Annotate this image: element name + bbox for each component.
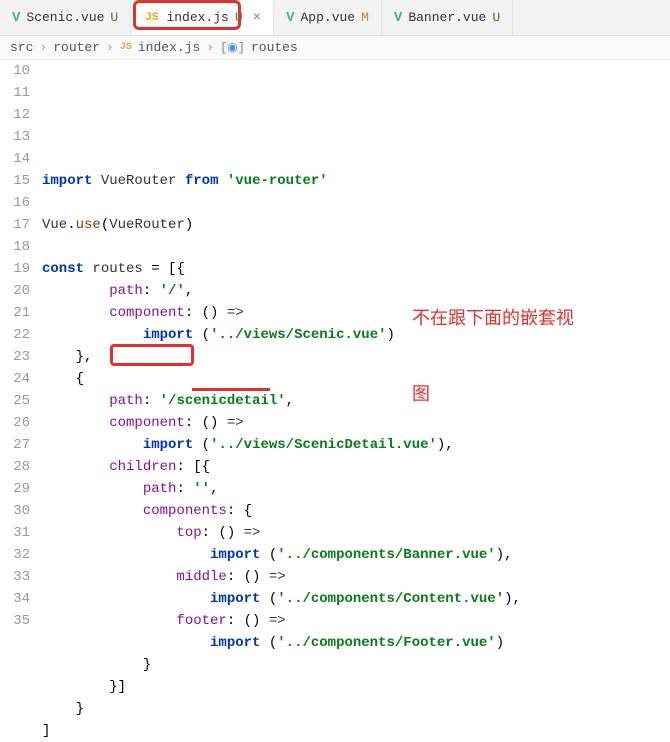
- line-number: 33: [0, 566, 30, 588]
- line-number: 10: [0, 60, 30, 82]
- code-line[interactable]: middle: () =>: [42, 566, 670, 588]
- annotation-text: 不在跟下面的嵌套视 图: [412, 256, 574, 458]
- breadcrumb: src › router › JS index.js › [◉] routes: [0, 36, 670, 60]
- code-line[interactable]: path: '/',: [42, 280, 670, 302]
- code-line[interactable]: component: () =>: [42, 302, 670, 324]
- code-line[interactable]: path: '',: [42, 478, 670, 500]
- line-number: 12: [0, 104, 30, 126]
- tab-status: U: [235, 10, 243, 25]
- line-number: 20: [0, 280, 30, 302]
- code-line[interactable]: ]: [42, 720, 670, 742]
- close-icon[interactable]: ×: [253, 10, 261, 26]
- line-number: 24: [0, 368, 30, 390]
- highlight-path-underline: [192, 388, 270, 391]
- line-number: 31: [0, 522, 30, 544]
- code-line[interactable]: Vue.use(VueRouter): [42, 214, 670, 236]
- breadcrumb-file[interactable]: index.js: [138, 40, 200, 55]
- code-line[interactable]: [42, 236, 670, 258]
- code-line[interactable]: components: {: [42, 500, 670, 522]
- js-icon: JS: [120, 42, 132, 53]
- line-number: 22: [0, 324, 30, 346]
- line-number: 21: [0, 302, 30, 324]
- code-line[interactable]: path: '/scenicdetail',: [42, 390, 670, 412]
- line-number: 15: [0, 170, 30, 192]
- tab-label: Banner.vue: [408, 10, 486, 25]
- highlight-children: [110, 344, 194, 366]
- vue-icon: V: [12, 10, 20, 26]
- chevron-right-icon: ›: [206, 40, 214, 55]
- line-number: 32: [0, 544, 30, 566]
- line-number: 19: [0, 258, 30, 280]
- line-number: 18: [0, 236, 30, 258]
- line-number: 27: [0, 434, 30, 456]
- line-number: 16: [0, 192, 30, 214]
- breadcrumb-symbol[interactable]: routes: [251, 40, 298, 55]
- code-line[interactable]: import ('../components/Banner.vue'),: [42, 544, 670, 566]
- code-line[interactable]: {: [42, 368, 670, 390]
- line-number: 35: [0, 610, 30, 632]
- chevron-right-icon: ›: [39, 40, 47, 55]
- code-line[interactable]: import VueRouter from 'vue-router': [42, 170, 670, 192]
- vue-icon: V: [394, 10, 402, 26]
- vue-icon: V: [286, 10, 294, 26]
- code-line[interactable]: }: [42, 654, 670, 676]
- line-number: 17: [0, 214, 30, 236]
- line-number: 14: [0, 148, 30, 170]
- tab-label: Scenic.vue: [26, 10, 104, 25]
- code-line[interactable]: component: () =>: [42, 412, 670, 434]
- line-number-gutter: 1011121314151617181920212223242526272829…: [0, 60, 42, 742]
- line-number: 28: [0, 456, 30, 478]
- code-line[interactable]: import ('../views/ScenicDetail.vue'),: [42, 434, 670, 456]
- tab-status: M: [361, 10, 369, 25]
- code-line[interactable]: import ('../components/Content.vue'),: [42, 588, 670, 610]
- tab-status: U: [110, 10, 118, 25]
- line-number: 25: [0, 390, 30, 412]
- tab-label: App.vue: [300, 10, 355, 25]
- code-line[interactable]: }]: [42, 676, 670, 698]
- code-line[interactable]: footer: () =>: [42, 610, 670, 632]
- line-number: 13: [0, 126, 30, 148]
- breadcrumb-router[interactable]: router: [53, 40, 100, 55]
- line-number: 23: [0, 346, 30, 368]
- variable-icon: [◉]: [220, 40, 245, 55]
- code-line[interactable]: children: [{: [42, 456, 670, 478]
- tab-banner[interactable]: V Banner.vue U: [382, 0, 513, 35]
- line-number: 26: [0, 412, 30, 434]
- tab-app[interactable]: V App.vue M: [274, 0, 382, 35]
- code-editor[interactable]: 1011121314151617181920212223242526272829…: [0, 60, 670, 742]
- line-number: 34: [0, 588, 30, 610]
- code-line[interactable]: }: [42, 698, 670, 720]
- tab-index-js[interactable]: JS index.js U ×: [131, 0, 274, 35]
- code-line[interactable]: import ('../views/Scenic.vue'): [42, 324, 670, 346]
- tab-bar: V Scenic.vue U JS index.js U × V App.vue…: [0, 0, 670, 36]
- tab-status: U: [492, 10, 500, 25]
- line-number: 30: [0, 500, 30, 522]
- code-line[interactable]: import ('../components/Footer.vue'): [42, 632, 670, 654]
- chevron-right-icon: ›: [106, 40, 114, 55]
- tab-scenic[interactable]: V Scenic.vue U: [0, 0, 131, 35]
- code-content[interactable]: 不在跟下面的嵌套视 图 import VueRouter from 'vue-r…: [42, 60, 670, 742]
- code-line[interactable]: const routes = [{: [42, 258, 670, 280]
- js-icon: JS: [143, 11, 160, 25]
- code-line[interactable]: top: () =>: [42, 522, 670, 544]
- breadcrumb-src[interactable]: src: [10, 40, 33, 55]
- line-number: 29: [0, 478, 30, 500]
- code-line[interactable]: [42, 192, 670, 214]
- tab-label: index.js: [166, 10, 228, 25]
- line-number: 11: [0, 82, 30, 104]
